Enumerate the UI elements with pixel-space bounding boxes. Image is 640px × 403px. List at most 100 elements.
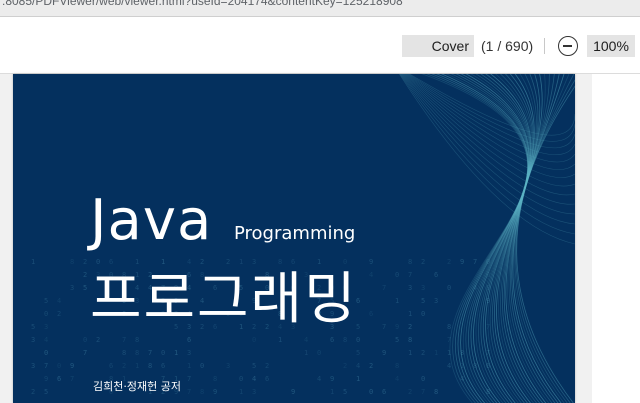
digit-glyph: 9 (395, 323, 399, 331)
digit-glyph: 2 (31, 388, 35, 396)
digit-glyph: 5 (83, 284, 87, 292)
viewer-right-gutter (592, 74, 640, 403)
digit-glyph: 0 (395, 271, 399, 279)
digit-glyph: 6 (434, 271, 438, 279)
digit-glyph: 7 (83, 349, 87, 357)
digit-glyph: 0 (369, 388, 373, 396)
digit-glyph: 3 (408, 284, 412, 292)
pdf-page-cover: 1820611422138610982297023081268823140760… (13, 74, 575, 403)
digit-glyph: 8 (148, 362, 152, 370)
digit-glyph: 9 (291, 388, 295, 396)
digit-glyph: 0 (421, 310, 425, 318)
digit-glyph: 4 (317, 375, 321, 383)
address-bar[interactable]: :8085/PDFViewer/web/viewer.html?useId=20… (0, 0, 640, 17)
digit-glyph: 2 (83, 258, 87, 266)
digit-glyph: 8 (70, 258, 74, 266)
digit-glyph: 5 (44, 297, 48, 305)
page-number-input[interactable]: Cover (402, 35, 474, 57)
digit-glyph: 1 (356, 375, 360, 383)
digit-glyph: 1 (174, 349, 178, 357)
digit-glyph: 5 (252, 362, 256, 370)
digit-glyph: 7 (122, 336, 126, 344)
digit-glyph: 3 (31, 362, 35, 370)
digit-glyph: 7 (473, 258, 477, 266)
digit-glyph: 1 (434, 349, 438, 357)
digit-glyph: 8 (447, 323, 451, 331)
digit-glyph: 0 (44, 349, 48, 357)
toolbar-separator (544, 38, 545, 54)
digit-glyph: 8 (343, 336, 347, 344)
zoom-out-icon[interactable] (558, 36, 578, 56)
digit-glyph: 9 (70, 362, 74, 370)
digit-glyph: 3 (252, 388, 256, 396)
digit-glyph: 6 (330, 336, 334, 344)
pdf-toolbar: Cover (1 / 690) 100% (0, 17, 640, 74)
digit-glyph: 0 (44, 310, 48, 318)
digit-glyph: 1 (408, 310, 412, 318)
url-text[interactable]: :8085/PDFViewer/web/viewer.html?useId=20… (2, 0, 403, 8)
digit-glyph: 4 (252, 375, 256, 383)
digit-glyph: 9 (382, 349, 386, 357)
digit-glyph: 4 (44, 336, 48, 344)
digit-glyph: 2 (421, 258, 425, 266)
digit-glyph: 4 (57, 297, 61, 305)
digit-glyph: 5 (44, 388, 48, 396)
wave-line (487, 74, 532, 403)
digit-glyph: 0 (57, 362, 61, 370)
digit-glyph: 8 (122, 349, 126, 357)
digit-glyph: 0 (200, 362, 204, 370)
digit-glyph: 8 (135, 336, 139, 344)
digit-glyph: 2 (122, 362, 126, 370)
digit-glyph: 7 (421, 388, 425, 396)
digit-glyph: 7 (187, 375, 191, 383)
digit-glyph: 0 (356, 336, 360, 344)
digit-glyph: 3 (187, 349, 191, 357)
digit-glyph: 2 (265, 362, 269, 370)
digit-glyph: 5 (356, 349, 360, 357)
digit-glyph: 4 (369, 271, 373, 279)
digit-glyph: 3 (421, 284, 425, 292)
digit-glyph: 7 (408, 271, 412, 279)
digit-glyph: 1 (31, 258, 35, 266)
digit-glyph: 2 (447, 258, 451, 266)
digit-glyph: 1 (187, 362, 191, 370)
digit-glyph: 2 (57, 310, 61, 318)
digit-glyph: 5 (421, 297, 425, 305)
cover-title-korean: 프로그래밍 (90, 267, 358, 332)
zoom-level-select[interactable]: 100% (587, 35, 635, 57)
digit-glyph: 0 (161, 349, 165, 357)
digit-glyph: 4 (304, 336, 308, 344)
digit-glyph: 0 (239, 375, 243, 383)
digit-glyph: 8 (434, 388, 438, 396)
digit-glyph: 3 (70, 284, 74, 292)
digit-glyph: 8 (408, 258, 412, 266)
digit-glyph: 2 (343, 362, 347, 370)
digit-glyph: 8 (395, 362, 399, 370)
digit-glyph: 9 (44, 375, 48, 383)
digit-glyph: 6 (369, 310, 373, 318)
digit-glyph: 2 (83, 271, 87, 279)
digit-glyph: 6 (382, 388, 386, 396)
digit-glyph: 3 (44, 323, 48, 331)
digit-glyph: 3 (31, 336, 35, 344)
cover-authors: 김희천·정재헌 공저 (93, 380, 181, 393)
digit-glyph: 2 (421, 349, 425, 357)
digit-glyph: 4 (460, 375, 464, 383)
digit-glyph: 7 (187, 388, 191, 396)
digit-glyph: 2 (408, 323, 412, 331)
digit-glyph: 1 (239, 388, 243, 396)
digit-glyph: 6 (265, 375, 269, 383)
viewer-container[interactable]: 1820611422138610982297023081268823140760… (0, 74, 640, 403)
digit-glyph: 9 (460, 258, 464, 266)
digit-glyph: 6 (109, 362, 113, 370)
digit-glyph: 0 (421, 375, 425, 383)
digit-glyph: 9 (369, 258, 373, 266)
wave-line (514, 74, 575, 403)
digit-glyph: 0 (252, 336, 256, 344)
digit-glyph: 9 (330, 375, 334, 383)
digit-glyph: 7 (382, 284, 386, 292)
digit-glyph: 3 (434, 297, 438, 305)
digit-glyph: 6 (161, 362, 165, 370)
cover-title-english: Java (90, 188, 213, 253)
digit-glyph: 8 (213, 375, 217, 383)
